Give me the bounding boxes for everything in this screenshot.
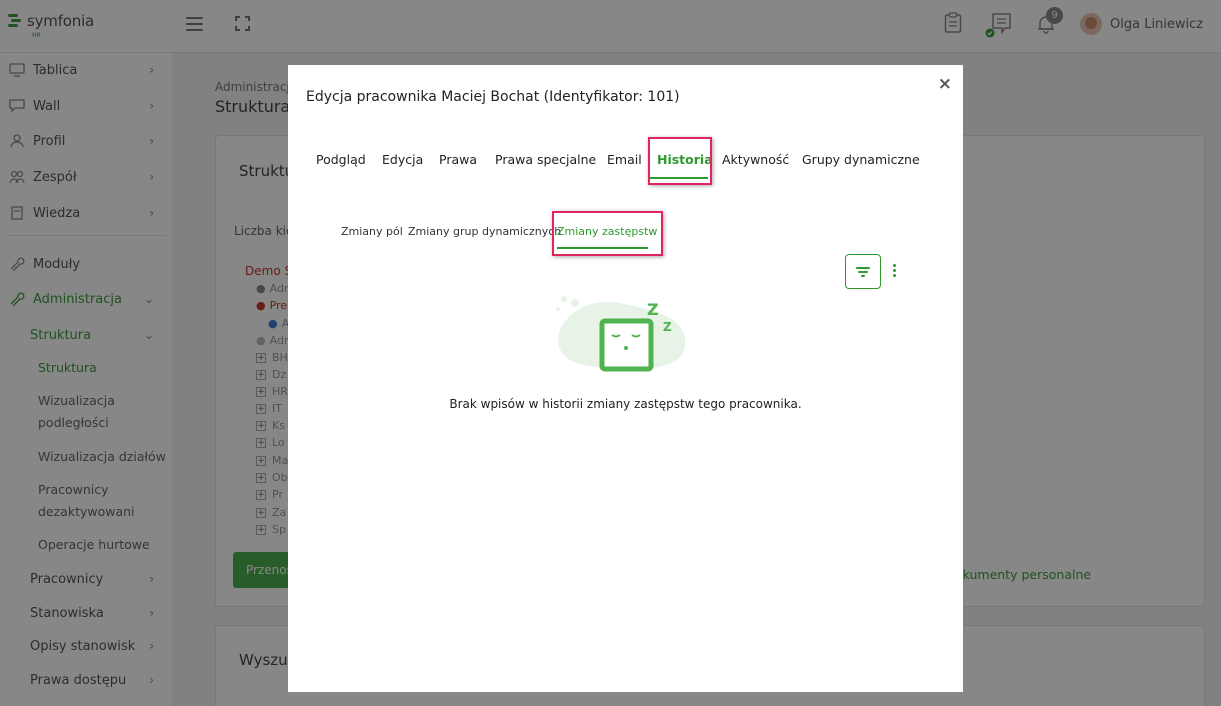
subtab-zmiany-pol[interactable]: Zmiany pól [341, 225, 403, 238]
tab-podglad[interactable]: Podgląd [316, 152, 366, 167]
filter-icon [856, 267, 870, 269]
tab-edycja[interactable]: Edycja [382, 152, 423, 167]
highlight-box [648, 137, 712, 185]
close-icon[interactable]: × [938, 74, 952, 94]
empty-state-illustration: Z Z [556, 296, 686, 372]
tab-prawa-specjalne[interactable]: Prawa specjalne [495, 152, 596, 167]
sleep-letter-small: Z [663, 320, 672, 334]
tab-grupy-dynamiczne[interactable]: Grupy dynamiczne [802, 152, 920, 167]
tab-aktywnosc[interactable]: Aktywność [722, 152, 789, 167]
modal-title: Edycja pracownika Maciej Bochat (Identyf… [306, 89, 680, 105]
highlight-box [552, 211, 663, 256]
tab-email[interactable]: Email [607, 152, 642, 167]
edit-employee-modal: Edycja pracownika Maciej Bochat (Identyf… [288, 65, 963, 692]
sleep-letter-large: Z [647, 300, 659, 319]
filter-button[interactable] [845, 254, 881, 289]
subtab-zmiany-grup[interactable]: Zmiany grup dynamicznych [408, 225, 561, 238]
tab-prawa[interactable]: Prawa [439, 152, 477, 167]
more-options-icon[interactable] [890, 264, 898, 280]
empty-state-message: Brak wpisów w historii zmiany zastępstw … [449, 397, 802, 411]
